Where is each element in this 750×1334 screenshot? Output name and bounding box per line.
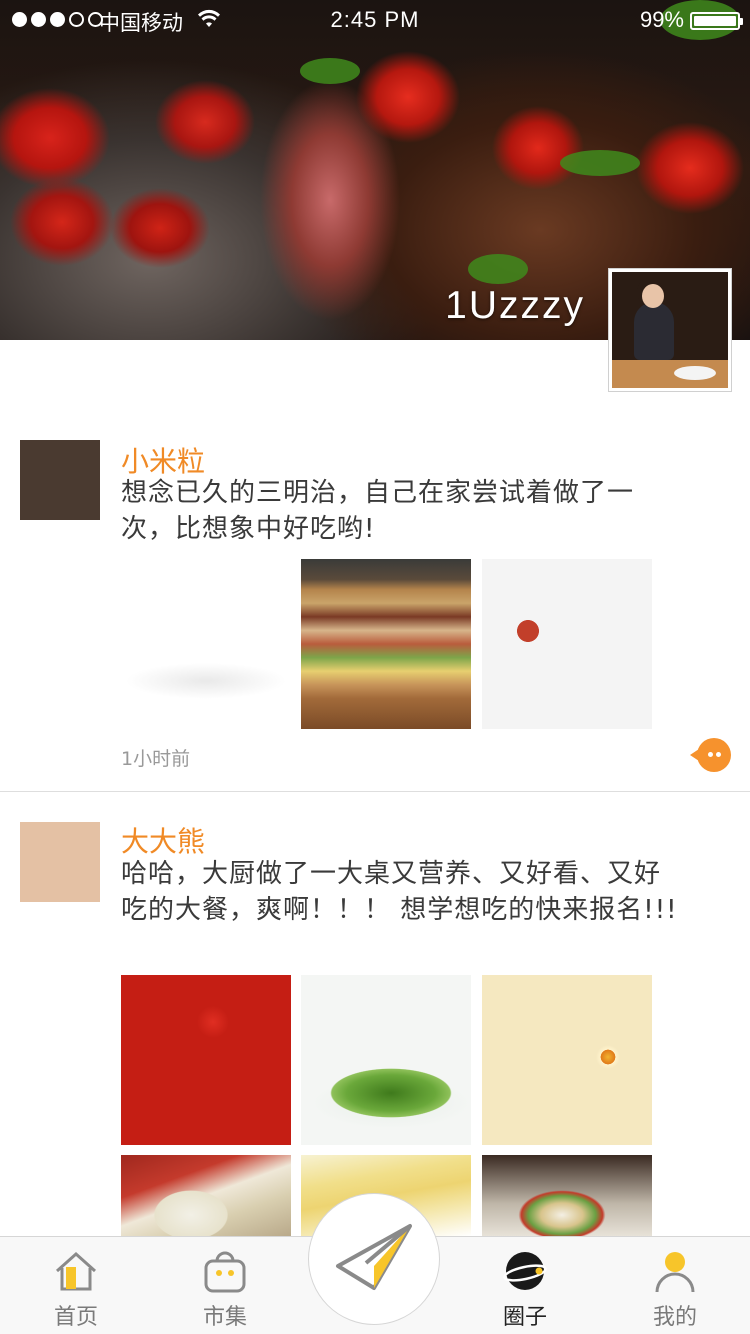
post-photo[interactable] <box>121 559 291 729</box>
tab-label: 圈子 <box>502 1305 547 1330</box>
home-icon <box>55 1251 97 1291</box>
user-icon <box>655 1252 695 1293</box>
publish-button[interactable] <box>308 1193 440 1325</box>
author-avatar[interactable] <box>20 440 100 520</box>
author-name[interactable]: 小米粒 <box>121 440 205 480</box>
post-photo[interactable] <box>301 559 471 729</box>
planet-icon <box>503 1252 547 1290</box>
author-name[interactable]: 大大熊 <box>121 820 205 860</box>
battery-icon <box>690 12 743 30</box>
garnish <box>468 254 528 284</box>
post-divider <box>0 791 750 792</box>
tab-label: 市集 <box>202 1305 247 1330</box>
garnish <box>560 150 640 176</box>
paper-plane-icon <box>336 1224 412 1290</box>
comment-button[interactable] <box>690 738 731 772</box>
tab-circle[interactable]: 圈子 <box>460 1237 590 1334</box>
post-photo[interactable] <box>301 975 471 1145</box>
status-bar: 中国移动 2:45 PM 99% <box>0 0 750 40</box>
post-text: 想念已久的三明治，自己在家尝试着做了一次，比想象中好吃哟! <box>121 478 635 544</box>
post-photo[interactable] <box>121 975 291 1145</box>
tab-mine[interactable]: 我的 <box>610 1237 740 1334</box>
bag-icon <box>204 1251 246 1293</box>
post-photo[interactable] <box>121 1155 291 1236</box>
tab-home[interactable]: 首页 <box>11 1237 141 1334</box>
post-photo[interactable] <box>482 975 652 1145</box>
tab-label: 首页 <box>53 1305 98 1330</box>
battery-percentage: 99% <box>639 7 684 32</box>
profile-username[interactable]: 1Uzzzy <box>445 284 585 328</box>
tab-market[interactable]: 市集 <box>160 1237 290 1334</box>
clock: 2:45 PM <box>330 7 420 32</box>
post-photo[interactable] <box>482 1155 652 1236</box>
post-photo[interactable] <box>482 559 652 729</box>
post-timestamp: 1小时前 <box>121 748 191 770</box>
post-text: 哈哈，大厨做了一大桌又营养、又好看、又好吃的大餐，爽啊！！！ 想学想吃的快来报名… <box>121 859 678 925</box>
tab-label: 我的 <box>652 1305 697 1330</box>
garnish <box>300 58 360 84</box>
profile-avatar[interactable] <box>609 269 731 391</box>
author-avatar[interactable] <box>20 822 100 902</box>
